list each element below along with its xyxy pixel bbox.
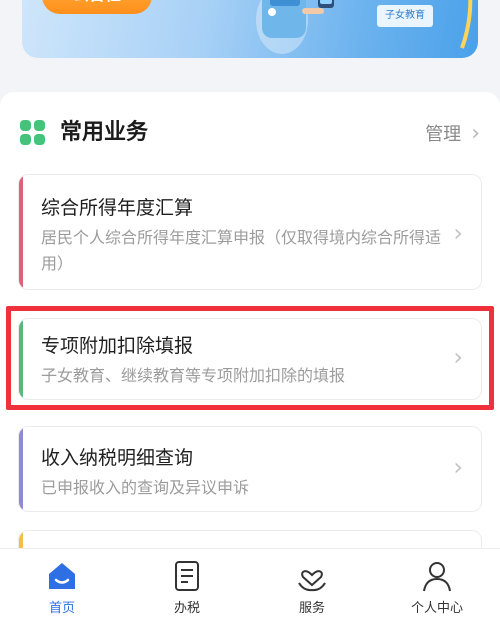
app-page: 公告栏 子女教育 常用业务	[0, 0, 500, 643]
section-title: 常用业务	[60, 120, 149, 145]
grid-icon	[20, 120, 46, 146]
nav-profile[interactable]: 个人中心	[387, 559, 487, 629]
nav-home[interactable]: 首页	[12, 559, 112, 629]
item-title: 综合所得年度汇算	[41, 197, 194, 219]
chevron-right-icon: ›	[453, 453, 463, 481]
nav-label: 服务	[298, 601, 325, 616]
item-description: 已申报收入的查询及异议申诉	[41, 478, 250, 497]
highlight-box	[6, 306, 494, 410]
nav-label: 首页	[48, 601, 75, 616]
chevron-right-icon: ›	[471, 120, 480, 146]
banner-pill: 公告栏	[42, 0, 152, 14]
nav-label: 办税	[173, 601, 200, 616]
arrow-up-icon	[460, 0, 473, 49]
chevron-right-icon: ›	[453, 219, 463, 247]
nav-service[interactable]: 服务	[262, 559, 362, 629]
section-header: 常用业务 管理 ›	[20, 116, 480, 150]
nav-tax[interactable]: 办税	[137, 559, 237, 629]
manage-label: 管理	[425, 124, 462, 145]
banner-tag: 子女教育	[377, 5, 433, 27]
banner-illustration-icon	[256, 0, 334, 54]
business-item-income-query[interactable]: 收入纳税明细查询 已申报收入的查询及异议申诉 ›	[18, 426, 482, 512]
business-item-annual-settlement[interactable]: 综合所得年度汇算 居民个人综合所得年度汇算申报（仅取得境内综合所得适用） ›	[18, 174, 482, 290]
item-description: 居民个人综合所得年度汇算申报（仅取得境内综合所得适用）	[41, 228, 442, 273]
person-icon	[423, 562, 451, 592]
home-icon	[49, 563, 75, 589]
bottom-nav: 首页 办税 服务 个人中心	[0, 548, 500, 643]
item-accent-bar	[19, 427, 23, 511]
item-accent-bar	[19, 175, 23, 289]
promo-banner[interactable]: 公告栏 子女教育	[22, 0, 478, 58]
banner-area: 公告栏 子女教育	[0, 0, 500, 92]
item-title: 收入纳税明细查询	[41, 447, 194, 469]
heart-hand-icon	[298, 570, 326, 592]
nav-label: 个人中心	[410, 601, 463, 616]
manage-button[interactable]: 管理 ›	[425, 116, 480, 150]
tax-form-icon	[175, 561, 199, 591]
